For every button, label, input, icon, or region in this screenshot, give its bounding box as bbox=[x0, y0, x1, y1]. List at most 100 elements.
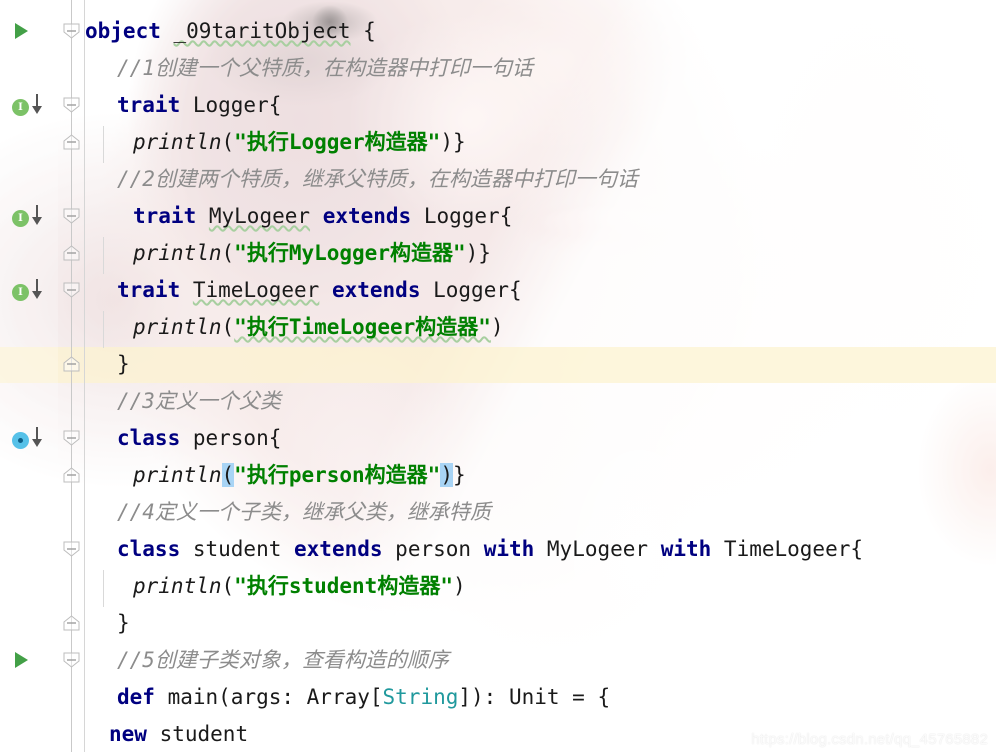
code-line[interactable]: println("执行Logger构造器")} bbox=[85, 124, 996, 161]
code-token: MyLogeer bbox=[208, 204, 311, 228]
fold-marker-expanded-end[interactable] bbox=[61, 245, 82, 261]
code-token: person bbox=[382, 537, 484, 561]
code-token: class bbox=[117, 537, 181, 561]
code-line[interactable]: } bbox=[85, 605, 996, 642]
code-line-content: //2创建两个特质，继承父特质，在构造器中打印一句话 bbox=[85, 161, 638, 198]
play-triangle-icon[interactable] bbox=[15, 652, 28, 668]
indent-guide bbox=[103, 237, 104, 274]
code-line[interactable]: class person{ bbox=[85, 420, 996, 457]
code-token: main(args: Array[ bbox=[154, 685, 383, 709]
code-token: "执行person构造器" bbox=[234, 463, 441, 487]
code-token: TimeLogeer{ bbox=[711, 537, 863, 561]
code-line-content: } bbox=[85, 346, 130, 383]
code-token: } bbox=[452, 463, 466, 487]
code-token: person{ bbox=[180, 426, 282, 450]
code-token: { bbox=[350, 19, 376, 43]
implemented-member-badge: I bbox=[12, 210, 29, 227]
code-line[interactable]: //1创建一个父特质，在构造器中打印一句话 bbox=[85, 50, 996, 87]
code-token: def bbox=[117, 685, 155, 709]
code-token: extends bbox=[331, 278, 421, 302]
watermark-text: https://blog.csdn.net/qq_45765882 bbox=[751, 731, 988, 748]
editor-window: I I I object _09taritObject { //1创建一个父特质，在构… bbox=[0, 0, 996, 752]
code-line[interactable]: object _09taritObject { bbox=[85, 13, 996, 50]
code-token: println bbox=[133, 241, 222, 265]
code-token: TimeLogeer bbox=[192, 278, 320, 302]
code-token: extends bbox=[294, 537, 383, 561]
code-token: )} bbox=[465, 241, 491, 265]
code-line-content: println("执行student构造器") bbox=[85, 568, 466, 605]
fold-marker-expanded-start[interactable] bbox=[61, 97, 82, 113]
fold-marker-expanded-end[interactable] bbox=[61, 467, 82, 483]
fold-marker-expanded-start[interactable] bbox=[61, 23, 82, 39]
code-token: ( bbox=[221, 241, 235, 265]
code-line-content: trait Logger{ bbox=[85, 87, 281, 124]
fold-markers-strip[interactable] bbox=[58, 0, 84, 752]
fold-marker-expanded-start[interactable] bbox=[61, 282, 82, 298]
fold-marker-expanded-end[interactable] bbox=[61, 356, 82, 372]
implemented-member-badge: I bbox=[12, 284, 29, 301]
code-line[interactable]: class student extends person with MyLoge… bbox=[85, 531, 996, 568]
code-line[interactable]: println("执行person构造器")} bbox=[85, 457, 996, 494]
code-token: //1创建一个父特质，在构造器中打印一句话 bbox=[117, 56, 533, 80]
play-triangle-shape bbox=[15, 23, 28, 39]
code-token: println bbox=[133, 315, 222, 339]
code-token: object bbox=[85, 19, 161, 43]
code-line[interactable]: println("执行MyLogger构造器")} bbox=[85, 235, 996, 272]
code-token: student bbox=[146, 722, 249, 746]
fold-marker-expanded-start[interactable] bbox=[61, 541, 82, 557]
code-token: Logger{ bbox=[411, 204, 513, 228]
code-token: Logger{ bbox=[180, 93, 282, 117]
implemented-badge-icon[interactable]: I bbox=[12, 279, 43, 304]
code-token: new bbox=[109, 722, 147, 746]
code-line[interactable]: } bbox=[85, 346, 996, 383]
fold-marker-expanded-end[interactable] bbox=[61, 615, 82, 631]
code-line[interactable]: def main(args: Array[String]): Unit = { bbox=[85, 679, 996, 716]
code-line[interactable]: trait TimeLogeer extends Logger{ bbox=[85, 272, 996, 309]
code-token: "执行student构造器" bbox=[234, 574, 453, 598]
code-line[interactable]: //3定义一个父类 bbox=[85, 383, 996, 420]
code-text-area[interactable]: object _09taritObject { //1创建一个父特质，在构造器中打… bbox=[85, 0, 996, 752]
play-triangle-icon[interactable] bbox=[15, 23, 28, 39]
code-token: ) bbox=[440, 463, 453, 487]
code-token: "执行TimeLogeer构造器" bbox=[234, 315, 491, 339]
code-line-content: //5创建子类对象，查看构造的顺序 bbox=[85, 642, 449, 679]
code-line[interactable]: //4定义一个子类，继承父类，继承特质 bbox=[85, 494, 996, 531]
fold-marker-expanded-end[interactable] bbox=[61, 134, 82, 150]
indent-guide bbox=[103, 570, 104, 607]
code-token: trait bbox=[117, 278, 181, 302]
code-line-content: class person{ bbox=[85, 420, 281, 457]
code-token: //2创建两个特质，继承父特质，在构造器中打印一句话 bbox=[117, 167, 638, 191]
code-line-content: //1创建一个父特质，在构造器中打印一句话 bbox=[85, 50, 533, 87]
fold-marker-expanded-start[interactable] bbox=[61, 208, 82, 224]
code-token: "执行MyLogger构造器" bbox=[234, 241, 466, 265]
indent-guide bbox=[103, 126, 104, 163]
fold-marker-expanded-start[interactable] bbox=[61, 430, 82, 446]
code-token: println bbox=[133, 130, 222, 154]
editor-gutter[interactable]: I I I bbox=[0, 0, 58, 752]
code-token: ]): Unit = { bbox=[458, 685, 611, 709]
code-token: student bbox=[180, 537, 295, 561]
code-token: String bbox=[382, 685, 459, 709]
overridden-badge-icon[interactable] bbox=[12, 427, 43, 452]
code-line[interactable]: trait MyLogeer extends Logger{ bbox=[85, 198, 996, 235]
code-token: ) bbox=[452, 574, 466, 598]
code-line-content: trait MyLogeer extends Logger{ bbox=[85, 198, 512, 235]
code-line-content: println("执行Logger构造器")} bbox=[85, 124, 466, 161]
code-line[interactable]: println("执行TimeLogeer构造器") bbox=[85, 309, 996, 346]
code-token: class bbox=[117, 426, 181, 450]
code-line[interactable]: //5创建子类对象，查看构造的顺序 bbox=[85, 642, 996, 679]
play-triangle-shape bbox=[15, 652, 28, 668]
code-token: ( bbox=[221, 463, 235, 487]
code-line-content: //4定义一个子类，继承父类，继承特质 bbox=[85, 494, 491, 531]
implemented-badge-icon[interactable]: I bbox=[12, 205, 43, 230]
code-line[interactable]: println("执行student构造器") bbox=[85, 568, 996, 605]
implemented-badge-icon[interactable]: I bbox=[12, 93, 43, 119]
code-line[interactable]: trait Logger{ bbox=[85, 87, 996, 124]
fold-marker-expanded-start[interactable] bbox=[61, 652, 82, 668]
overridden-member-badge bbox=[12, 432, 29, 449]
code-line[interactable]: //2创建两个特质，继承父特质，在构造器中打印一句话 bbox=[85, 161, 996, 198]
arrow-down-icon bbox=[31, 93, 43, 119]
